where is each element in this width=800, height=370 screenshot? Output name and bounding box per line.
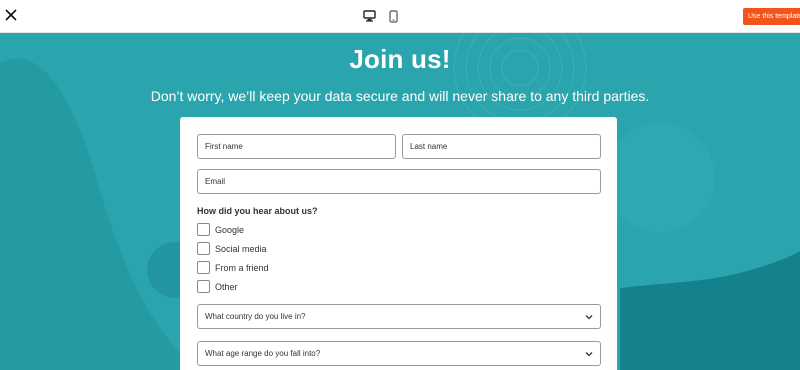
source-option-other[interactable]: Other bbox=[197, 280, 238, 293]
top-toolbar: Use this template bbox=[0, 0, 800, 33]
first-name-field[interactable]: First name bbox=[197, 134, 396, 159]
page-title: Join us! bbox=[349, 44, 451, 74]
source-option-social-media[interactable]: Social media bbox=[197, 242, 267, 255]
desktop-icon bbox=[362, 10, 376, 22]
signup-form-card: First name Last name Email How did you h… bbox=[180, 117, 617, 370]
use-template-button[interactable]: Use this template bbox=[743, 8, 800, 25]
close-icon bbox=[5, 9, 17, 21]
source-option-friend[interactable]: From a friend bbox=[197, 261, 269, 274]
chevron-down-icon bbox=[585, 352, 593, 357]
country-select-placeholder: What country do you live in? bbox=[205, 312, 306, 321]
source-question-label: How did you hear about us? bbox=[197, 206, 318, 216]
option-label: Google bbox=[215, 224, 245, 235]
email-field[interactable]: Email bbox=[197, 169, 601, 194]
source-option-google[interactable]: Google bbox=[197, 223, 244, 236]
close-button[interactable] bbox=[2, 6, 20, 24]
mobile-preview-button[interactable] bbox=[384, 7, 402, 25]
age-range-select[interactable]: What age range do you fall into? bbox=[197, 341, 601, 366]
form-preview-canvas: Join us! Don’t worry, we’ll keep your da… bbox=[0, 33, 800, 370]
option-label: Other bbox=[215, 281, 238, 292]
country-select[interactable]: What country do you live in? bbox=[197, 304, 601, 329]
checkbox[interactable] bbox=[197, 223, 210, 236]
checkbox[interactable] bbox=[197, 261, 210, 274]
page-subtitle: Don’t worry, we’ll keep your data secure… bbox=[150, 88, 650, 104]
age-select-placeholder: What age range do you fall into? bbox=[205, 349, 321, 358]
last-name-field[interactable]: Last name bbox=[402, 134, 601, 159]
option-label: Social media bbox=[215, 243, 267, 254]
desktop-preview-button[interactable] bbox=[360, 7, 378, 25]
checkbox[interactable] bbox=[197, 242, 210, 255]
mobile-icon bbox=[388, 9, 398, 23]
option-label: From a friend bbox=[215, 262, 269, 273]
chevron-down-icon bbox=[585, 315, 593, 320]
checkbox[interactable] bbox=[197, 280, 210, 293]
